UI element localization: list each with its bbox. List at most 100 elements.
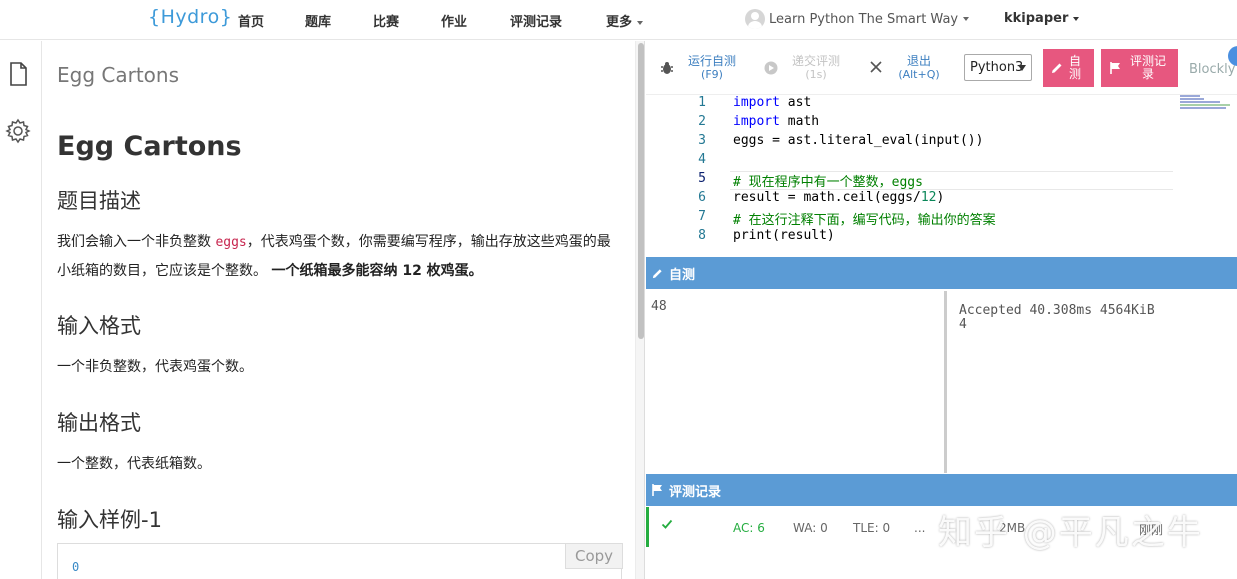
selftest-output: Accepted 40.308ms 4564KiB 4 [950, 291, 1237, 473]
code-line: 6 result = math.ceil(eggs/12) [646, 190, 1176, 209]
run-selftest-button[interactable]: 运行自测 (F9) [684, 54, 740, 82]
code-text: import ast [733, 95, 812, 110]
document-icon[interactable] [5, 61, 31, 87]
problem-title: Egg Cartons [57, 131, 242, 162]
language-select[interactable]: Python3 [964, 54, 1032, 81]
record-ac-count: AC: 6 [733, 521, 765, 535]
icon-rail [0, 41, 42, 579]
page-title: Egg Cartons [57, 63, 180, 87]
run-label: 运行自测 [687, 54, 736, 68]
code-line: 4 [646, 152, 1176, 171]
description-heading: 题目描述 [57, 189, 141, 213]
description-bold: 一个纸箱最多能容纳 12 枚鸡蛋。 [271, 263, 483, 279]
copy-button[interactable]: Copy [565, 543, 623, 569]
code-line: 3 eggs = ast.literal_eval(input()) [646, 133, 1176, 152]
blockly-tab[interactable]: Blockly [1189, 62, 1235, 77]
exit-label: 退出 [906, 54, 931, 68]
selftest-panel-header: 自测 [646, 257, 1237, 289]
sample-input-value: 0 [72, 560, 80, 574]
language-value: Python3 [970, 60, 1024, 75]
chevron-down-icon [1073, 16, 1080, 21]
chevron-down-icon [963, 17, 970, 21]
nav-home[interactable]: 首页 [238, 11, 264, 30]
code-text: import math [733, 114, 820, 129]
submit-shortcut: (1s) [805, 68, 827, 81]
output-format-text: 一个整数，代表纸箱数。 [57, 456, 211, 472]
records-panel-header: 评测记录 [646, 474, 1237, 506]
submit-button[interactable]: 递交评测 (1s) [788, 54, 844, 82]
bug-icon [660, 60, 674, 79]
avatar [745, 9, 765, 29]
code-line: 8 print(result) [646, 228, 1176, 247]
line-number: 8 [698, 228, 706, 243]
line-number: 5 [698, 171, 706, 186]
exit-button[interactable]: 退出 (Alt+Q) [893, 54, 945, 82]
submit-label: 递交评测 [791, 54, 840, 68]
chevron-down-icon [1018, 65, 1026, 71]
line-number: 7 [698, 209, 706, 224]
selftest-panel-title: 自测 [669, 267, 696, 283]
code-minimap[interactable] [1180, 95, 1236, 115]
line-number: 6 [698, 190, 706, 205]
pencil-icon [652, 268, 663, 279]
records-toggle-label: 评测记 录 [1130, 55, 1166, 81]
panel-splitter[interactable] [635, 41, 645, 579]
nav-more[interactable]: 更多 [606, 11, 644, 30]
input-format-text: 一个非负整数，代表鸡蛋个数。 [57, 359, 253, 375]
flag-icon [1110, 62, 1121, 74]
records-toggle-text: 评测记 录 [1130, 54, 1167, 81]
check-icon [661, 518, 673, 533]
selftest-toggle-text: 自 测 [1069, 54, 1082, 81]
chevron-down-icon [637, 20, 644, 25]
nav-records[interactable]: 评测记录 [510, 11, 562, 30]
scrollbar-thumb[interactable] [638, 43, 644, 339]
watermark: 知乎 @平凡之牛 [938, 513, 1203, 553]
records-toggle-button[interactable]: 评测记 录 [1101, 49, 1178, 87]
code-text: print(result) [733, 228, 835, 243]
hydro-logo[interactable]: {Hydro} [148, 6, 232, 28]
code-line: 2 import math [646, 114, 1176, 133]
nav-problems[interactable]: 题库 [305, 11, 331, 30]
code-line: 7 # 在这行注释下面，编写代码，输出你的答案 [646, 209, 1176, 228]
record-more: ... [914, 521, 926, 535]
code-line: 5 # 现在程序中有一个整数，eggs [646, 171, 1176, 190]
code-text: # 在这行注释下面，编写代码，输出你的答案 [733, 213, 996, 228]
selftest-toggle-button[interactable]: 自 测 [1043, 49, 1094, 87]
code-text: eggs = ast.literal_eval(input()) [733, 133, 984, 148]
code-editor[interactable]: 1 import ast 2 import math 3 eggs = ast.lit… [646, 95, 1237, 255]
exit-shortcut: (Alt+Q) [898, 68, 940, 81]
editor-toolbar: 运行自测 (F9) 递交评测 (1s) 退出 (Alt+Q) Python3 自… [646, 41, 1237, 95]
code-line: 1 import ast [646, 95, 1176, 114]
selftest-input-value: 48 [651, 299, 667, 314]
username-label: kkipaper [1004, 11, 1069, 26]
sample-input-heading: 输入样例-1 [57, 508, 162, 532]
description-text: 我们会输入一个非负整数 eggs，代表鸡蛋个数，你需要编写程序，输出存放这些鸡蛋… [57, 228, 617, 286]
line-number: 3 [698, 133, 706, 148]
nav-contests[interactable]: 比赛 [373, 11, 399, 30]
output-format-heading: 输出格式 [57, 411, 141, 435]
problem-panel: Egg Cartons Egg Cartons 题目描述 我们会输入一个非负整数… [43, 41, 635, 579]
inline-code: eggs [215, 235, 247, 250]
gear-icon[interactable] [5, 118, 31, 144]
records-panel-title: 评测记录 [669, 484, 722, 500]
nav-homework[interactable]: 作业 [441, 11, 467, 30]
nav-more-label: 更多 [606, 15, 633, 30]
input-format-heading: 输入格式 [57, 314, 141, 338]
line-number: 1 [698, 95, 706, 110]
selftest-result-output: 4 [959, 317, 967, 332]
pencil-icon [1051, 62, 1063, 74]
code-text: # 现在程序中有一个整数，eggs [733, 175, 923, 190]
line-number: 4 [698, 152, 706, 167]
code-text: result = math.ceil(eggs/12) [733, 190, 945, 205]
domain-name: Learn Python The Smart Way [769, 11, 959, 27]
user-menu[interactable]: kkipaper [1004, 11, 1080, 26]
flag-icon [652, 484, 663, 496]
play-icon [764, 60, 778, 79]
record-wa-count: WA: 0 [793, 521, 828, 535]
domain-switcher[interactable]: Learn Python The Smart Way [745, 9, 970, 29]
line-number: 2 [698, 114, 706, 129]
description-part: 我们会输入一个非负整数 [57, 234, 216, 250]
run-shortcut: (F9) [701, 68, 723, 81]
selftest-result-status: Accepted 40.308ms 4564KiB [959, 303, 1155, 318]
selftest-input[interactable]: 48 [646, 291, 947, 473]
